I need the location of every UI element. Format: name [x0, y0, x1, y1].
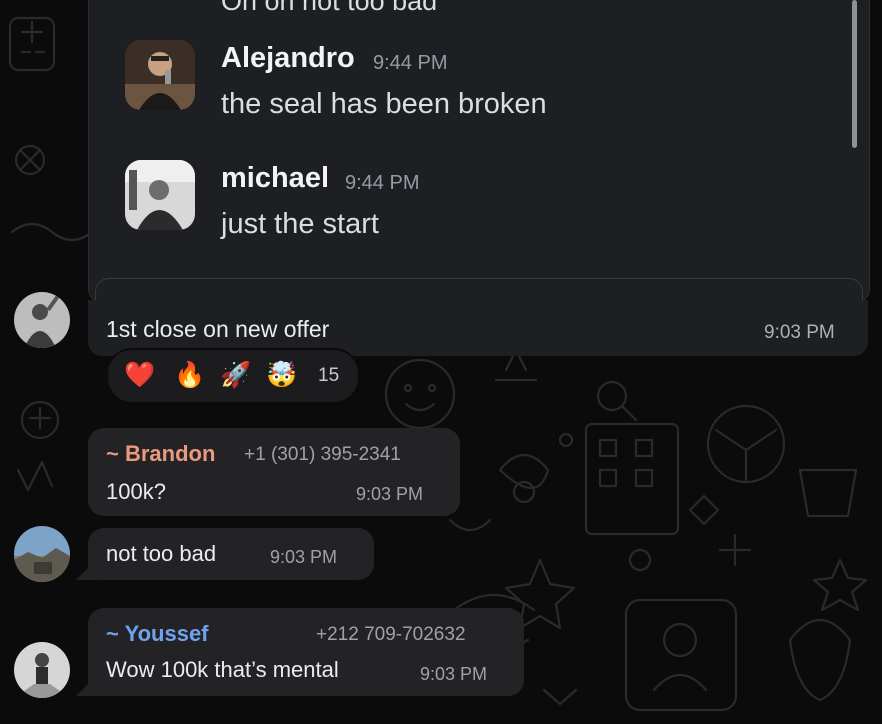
avatar: [125, 40, 195, 110]
avatar[interactable]: [14, 292, 70, 348]
message-time: 9:03 PM: [420, 664, 488, 684]
message-text: just the start: [221, 208, 379, 240]
message-time: 9:03 PM: [356, 484, 424, 504]
sender-name[interactable]: ~ Brandon: [106, 441, 215, 467]
sender-name[interactable]: ~ Youssef: [106, 621, 209, 647]
fire-icon[interactable]: 🔥: [174, 361, 205, 389]
avatar: [125, 160, 195, 230]
message-bubble[interactable]: not too bad 9:03 PM: [88, 528, 374, 580]
message-text: Wow 100k that’s mental: [106, 657, 339, 682]
partial-message-text: Oh oh not too bad: [221, 0, 438, 16]
sender-phone: +1 (301) 395-2341: [244, 444, 401, 465]
message-author[interactable]: Alejandro: [221, 42, 355, 75]
message-author[interactable]: michael: [221, 162, 329, 195]
message-text: the seal has been broken: [221, 88, 547, 120]
message-text: not too bad: [106, 541, 217, 566]
embedded-screenshot[interactable]: Oh oh not too bad Alejandro 9:44 PM the …: [88, 0, 870, 303]
message-time: 9:03 PM: [270, 547, 338, 567]
image-caption: 1st close on new offer: [106, 316, 330, 342]
message-time: 9:44 PM: [345, 172, 420, 194]
message-bubble[interactable]: ~ Brandon +1 (301) 395-2341 100k? 9:03 P…: [88, 428, 460, 516]
reaction-count: 15: [318, 365, 340, 386]
message-time: 9:44 PM: [373, 52, 448, 74]
avatar[interactable]: [14, 526, 70, 582]
mind-blown-icon[interactable]: 🤯: [266, 361, 297, 389]
message-bubble[interactable]: ~ Youssef +212 709-702632 Wow 100k that’…: [88, 608, 524, 696]
reactions-bar[interactable]: ❤️ 🔥 🚀 🤯 15: [106, 348, 360, 404]
avatar[interactable]: [14, 642, 70, 698]
heart-icon[interactable]: ❤️: [124, 361, 155, 389]
message-text: 100k?: [106, 479, 166, 504]
message-time: 9:03 PM: [764, 322, 835, 343]
rocket-icon[interactable]: 🚀: [220, 361, 251, 389]
sender-phone: +212 709-702632: [316, 624, 466, 645]
scrollbar-thumb[interactable]: [852, 0, 857, 148]
